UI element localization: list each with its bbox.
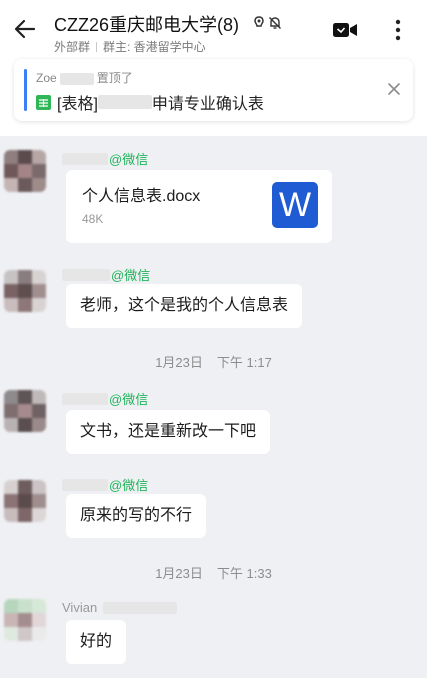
pinned-action: 置顶了 [96, 71, 133, 85]
more-vertical-icon[interactable] [388, 17, 408, 43]
wechat-tag: @微信 [111, 268, 151, 283]
timestamp-date: 1月23日 [155, 355, 203, 370]
file-card[interactable]: 个人信息表.docx 48K W [66, 170, 332, 243]
group-owner-label: 群主: 香港留学中心 [103, 40, 206, 54]
avatar[interactable] [4, 270, 46, 312]
timestamp-time: 下午 1:17 [216, 355, 272, 370]
timestamp-time: 下午 1:33 [216, 566, 272, 581]
timestamp: 1月23日 下午 1:17 [0, 352, 427, 371]
message-bubble[interactable]: 好的 [66, 620, 127, 664]
video-call-icon[interactable] [332, 20, 358, 40]
sender-name: @微信 [62, 475, 148, 494]
chat-title[interactable]: CZZ26重庆邮电大学(8) [54, 11, 239, 37]
timestamp: 1月23日 下午 1:33 [0, 563, 427, 582]
pinned-message-card[interactable]: Zoe 置顶了 [表格] 申请专业确认表 [14, 59, 413, 121]
chat-header: CZZ26重庆邮电大学(8) 外部群 群主: 香港留学中心 Zoe 置顶了 [表… [0, 0, 427, 136]
avatar[interactable] [4, 599, 46, 641]
subtitle-divider [96, 42, 98, 52]
redacted-sender [62, 268, 110, 281]
timestamp-date: 1月23日 [155, 566, 203, 581]
close-icon[interactable] [387, 82, 401, 96]
avatar[interactable] [4, 150, 46, 192]
avatar[interactable] [4, 480, 46, 522]
file-size: 48K [82, 212, 104, 226]
redacted-sender [62, 478, 108, 491]
title-status-icons [253, 16, 282, 30]
file-name: 个人信息表.docx [82, 188, 201, 205]
wechat-tag: @微信 [109, 152, 149, 167]
word-doc-icon: W [272, 182, 318, 228]
wechat-tag: @微信 [109, 392, 149, 407]
sender-name: @微信 [62, 389, 148, 408]
avatar[interactable] [4, 390, 46, 432]
redacted-sender [62, 152, 108, 165]
mute-icon [254, 16, 264, 27]
pinned-doc-prefix: [表格] [57, 96, 98, 113]
chat-subtitle: 外部群 群主: 香港留学中心 [54, 38, 206, 55]
message-bubble[interactable]: 原来的写的不行 [66, 494, 207, 538]
sender-name: Vivian [62, 600, 178, 615]
redacted-doc-name [97, 95, 152, 109]
message-bubble[interactable]: 文书，还是重新改一下吧 [66, 410, 271, 454]
bell-off-icon [269, 17, 281, 29]
pinned-accent-bar [24, 69, 27, 111]
sender-name: @微信 [62, 265, 150, 284]
sender-name: @微信 [62, 149, 148, 168]
message-bubble[interactable]: 老师，这个是我的个人信息表 [66, 284, 303, 328]
external-group-label: 外部群 [54, 40, 91, 54]
sheet-icon [36, 94, 51, 110]
redacted-name [59, 72, 94, 85]
pinned-document[interactable]: [表格] 申请专业确认表 [36, 90, 264, 114]
wechat-tag: @微信 [109, 478, 149, 493]
back-arrow-icon[interactable] [12, 16, 38, 42]
redacted-sender [103, 601, 178, 614]
sender-display-name: Vivian [62, 600, 98, 615]
pinned-doc-suffix: 申请专业确认表 [151, 96, 264, 113]
redacted-sender [62, 392, 108, 405]
pinned-by: Zoe 置顶了 [36, 69, 133, 86]
pinned-author: Zoe [36, 71, 57, 85]
